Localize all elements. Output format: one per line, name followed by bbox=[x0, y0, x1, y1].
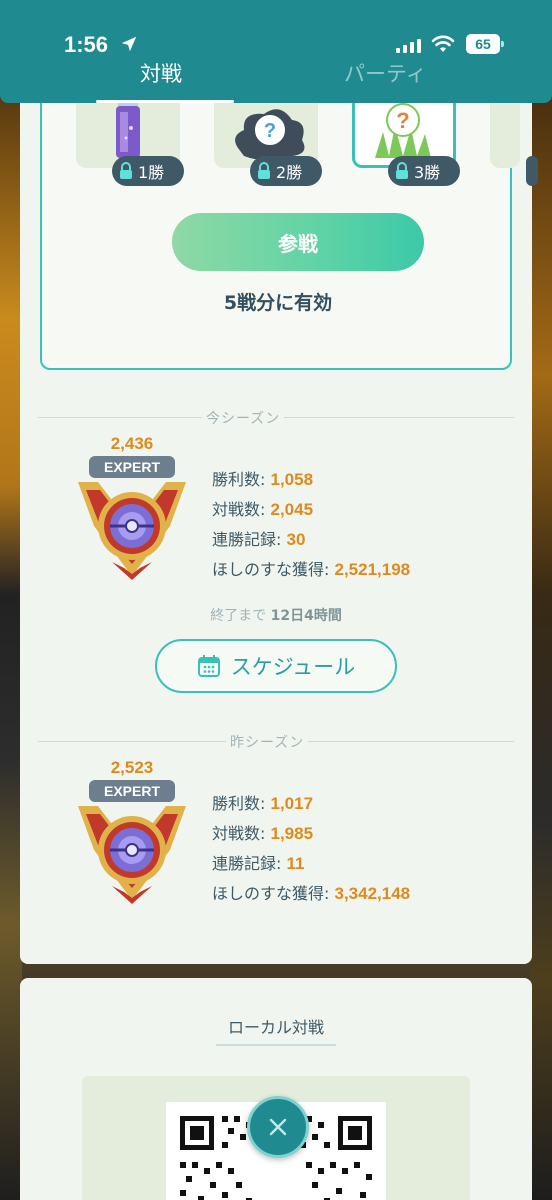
lock-badge-3: 3勝 bbox=[388, 156, 460, 186]
go-battle-league-box: ? ? 1勝 2勝 3勝 参戦 5戦分に有効 bbox=[40, 80, 538, 370]
svg-text:?: ? bbox=[264, 120, 276, 142]
reward-label: 1勝 bbox=[138, 163, 165, 182]
close-icon bbox=[269, 1118, 287, 1136]
lock-icon bbox=[258, 162, 270, 179]
status-time: 1:56 bbox=[64, 32, 109, 57]
lock-icon bbox=[396, 162, 408, 179]
last-rating: 2,523 bbox=[110, 758, 154, 777]
schedule-button[interactable]: スケジュール bbox=[155, 639, 397, 693]
tab-battle[interactable]: 対戦 bbox=[140, 58, 182, 88]
wifi-icon bbox=[431, 35, 455, 52]
reward-label: 2勝 bbox=[276, 163, 303, 182]
current-wins: 勝利数: 1,058 bbox=[212, 470, 314, 489]
battery-icon: 65 bbox=[466, 34, 504, 54]
background-right bbox=[530, 100, 552, 1200]
location-arrow-icon bbox=[121, 36, 137, 52]
background-left bbox=[0, 100, 22, 1200]
calendar-icon bbox=[197, 655, 220, 677]
last-rank-badge: EXPERT bbox=[89, 780, 175, 802]
lock-badge-2: 2勝 bbox=[250, 156, 322, 186]
battle-card: ? ? 1勝 2勝 3勝 参戦 5戦分に有効 今シーズン 2,436 EXPER… bbox=[20, 80, 538, 964]
last-win-streak: 連勝記録: 11 bbox=[212, 854, 305, 873]
join-battle-button[interactable]: 参戦 bbox=[172, 213, 424, 271]
header: 1:56 65 対戦 パーティ bbox=[0, 0, 552, 103]
current-stardust: ほしのすな獲得: 2,521,198 bbox=[212, 560, 411, 579]
current-season-label: 今シーズン bbox=[202, 408, 285, 428]
local-battle-card: ローカル対戦 bbox=[20, 978, 532, 1200]
close-button[interactable] bbox=[247, 1096, 309, 1158]
battery-level: 65 bbox=[466, 34, 500, 54]
expert-medal-icon bbox=[78, 806, 186, 904]
last-season-label: 昨シーズン bbox=[226, 732, 309, 752]
current-rating: 2,436 bbox=[110, 434, 154, 453]
current-rank-badge: EXPERT bbox=[89, 456, 175, 478]
schedule-button-label: スケジュール bbox=[230, 655, 356, 679]
local-battle-underline bbox=[216, 1044, 336, 1046]
lock-badge-1: 1勝 bbox=[112, 156, 184, 186]
season-end-countdown: 終了まで 12日4時間 bbox=[210, 608, 342, 624]
active-tab-indicator bbox=[96, 100, 234, 103]
reward-slot-4[interactable] bbox=[490, 98, 520, 168]
signal-icon bbox=[396, 37, 421, 53]
tab-party[interactable]: パーティ bbox=[344, 58, 427, 88]
lock-badge-4 bbox=[526, 156, 538, 186]
last-battles: 対戦数: 1,985 bbox=[212, 824, 314, 843]
local-battle-title: ローカル対戦 bbox=[227, 1018, 324, 1037]
valid-battles-text: 5戦分に有効 bbox=[223, 292, 333, 314]
expert-medal-icon bbox=[78, 482, 186, 580]
last-stardust: ほしのすな獲得: 3,342,148 bbox=[212, 884, 411, 903]
reward-label: 3勝 bbox=[414, 163, 441, 182]
svg-text:?: ? bbox=[396, 108, 409, 133]
current-battles: 対戦数: 2,045 bbox=[212, 500, 314, 519]
current-win-streak: 連勝記録: 30 bbox=[212, 530, 306, 549]
last-wins: 勝利数: 1,017 bbox=[212, 794, 314, 813]
lock-icon bbox=[120, 162, 132, 179]
